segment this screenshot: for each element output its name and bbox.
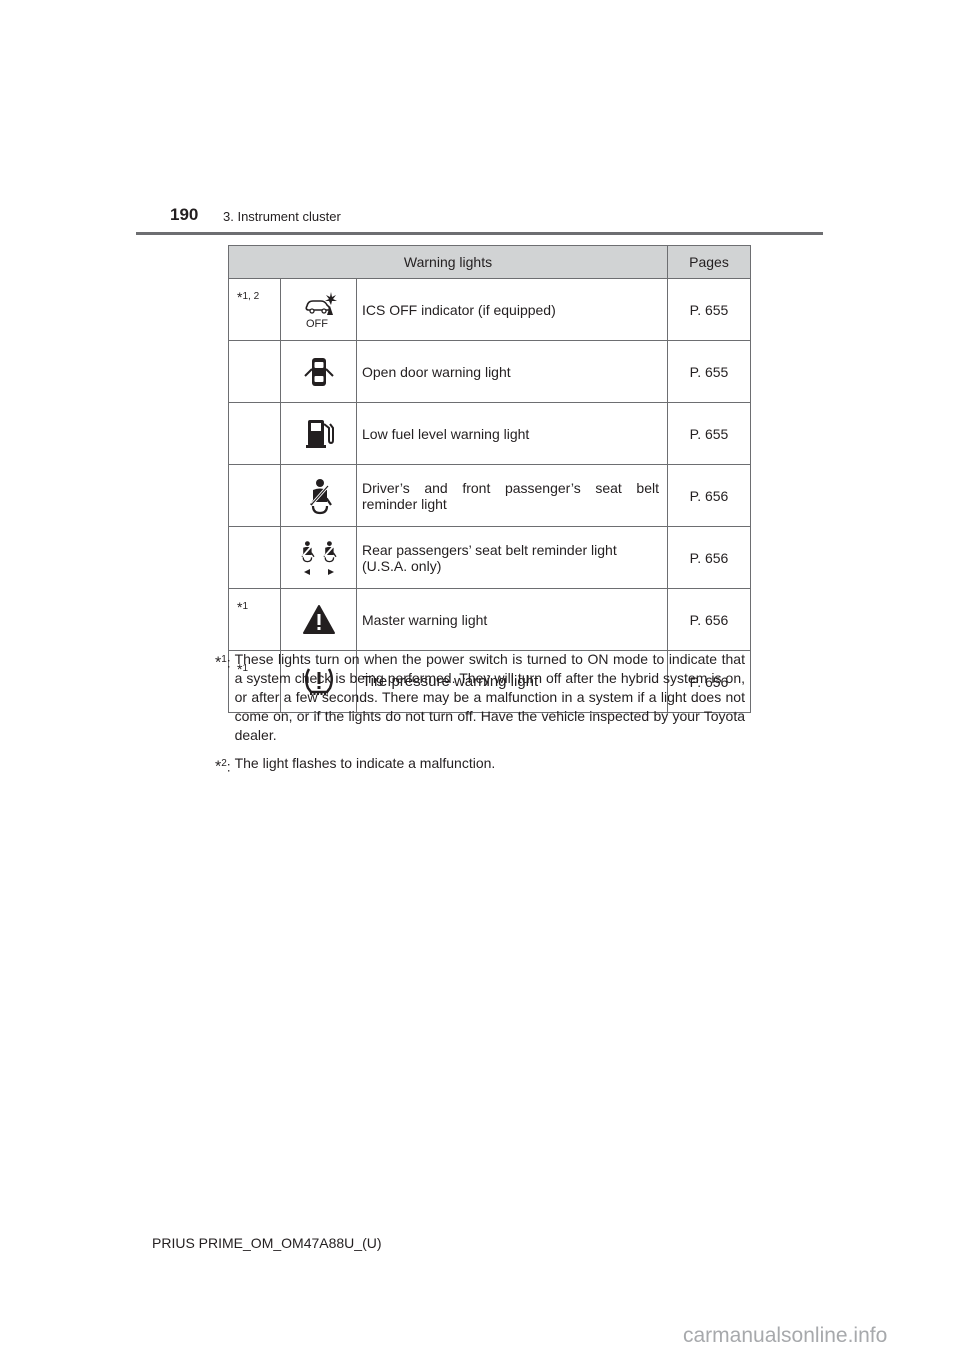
ics-off-icon: OFF	[304, 291, 337, 330]
footnote: *1: These lights turn on when the power …	[215, 651, 745, 743]
col-pages: Pages	[667, 245, 751, 279]
col-warning-lights: Warning lights	[228, 245, 668, 279]
row-page: P. 655	[667, 402, 751, 465]
open-door-icon	[303, 357, 334, 386]
row-note	[228, 340, 281, 403]
row-note: *1	[228, 588, 281, 651]
watermark: carmanualsonline.info	[683, 1324, 888, 1347]
row-label: Open door warning light	[356, 340, 668, 403]
row-page: P. 656	[667, 588, 751, 651]
table-row: Rear passengers’ seat belt reminder ligh…	[228, 526, 751, 589]
row-page: P. 655	[667, 278, 751, 341]
master-warning-icon	[302, 604, 335, 634]
row-page: P. 656	[667, 526, 751, 589]
table-row: *1, 2 OFF ICS OFF indicator (if equipped…	[228, 278, 751, 341]
row-label: Driver’s and front passenger’s seat belt…	[356, 464, 668, 527]
table-header-row: Warning lights Pages	[228, 245, 751, 279]
footnote: *2: The light flashes to indicate a malf…	[215, 754, 745, 777]
low-fuel-icon	[305, 419, 334, 448]
row-label: Rear passengers’ seat belt reminder ligh…	[356, 526, 668, 589]
warning-lights-table: Warning lights Pages *1, 2 OFF ICS OFF i…	[228, 245, 751, 713]
row-label: ICS OFF indicator (if equipped)	[356, 278, 668, 341]
section-title: 3. Instrument cluster	[223, 209, 341, 224]
row-page: P. 656	[667, 464, 751, 527]
table-row: Open door warning light P. 655	[228, 340, 751, 403]
row-page: P. 655	[667, 340, 751, 403]
table-row: *1 Master warning light P. 656	[228, 588, 751, 651]
footnotes: *1: These lights turn on when the power …	[215, 650, 745, 786]
seat-belt-icon	[309, 478, 332, 514]
footnote-text: The light flashes to indicate a malfunct…	[234, 755, 496, 771]
document-id: PRIUS PRIME_OM_OM47A88U_(U)	[152, 1235, 382, 1251]
row-label: Low fuel level warning light	[356, 402, 668, 465]
row-note	[228, 402, 281, 465]
page-number: 190	[170, 205, 199, 224]
rear-seat-belt-icon	[300, 540, 337, 575]
table-row: Driver’s and front passenger’s seat belt…	[228, 464, 751, 527]
row-note: *1, 2	[228, 278, 281, 341]
row-note	[228, 464, 281, 527]
row-note	[228, 526, 281, 589]
row-label: Master warning light	[356, 588, 668, 651]
footnote-text: These lights turn on when the power swit…	[234, 651, 745, 743]
header-rule	[136, 232, 823, 235]
svg-text:OFF: OFF	[306, 318, 328, 330]
table-row: Low fuel level warning light P. 655	[228, 402, 751, 465]
